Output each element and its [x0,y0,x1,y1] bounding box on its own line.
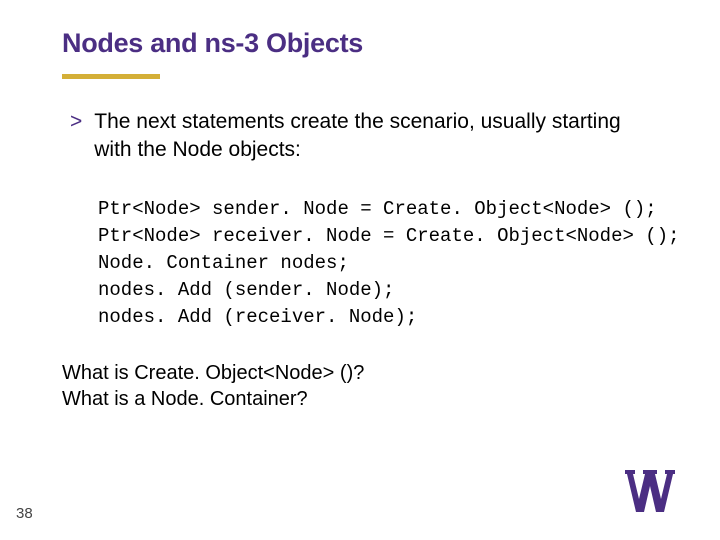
page-number: 38 [16,505,33,522]
code-block: Ptr<Node> sender. Node = Create. Object<… [98,196,680,331]
uw-logo [624,469,690,520]
title-underline [62,74,160,79]
bullet-text: The next statements create the scenario,… [94,108,620,164]
bullet-marker: > [70,108,82,136]
slide-title: Nodes and ns-3 Objects [62,28,363,59]
questions-text: What is Create. Object<Node> ()? What is… [62,360,364,412]
bullet-row: > The next statements create the scenari… [70,108,680,164]
slide: Nodes and ns-3 Objects > The next statem… [0,0,720,540]
